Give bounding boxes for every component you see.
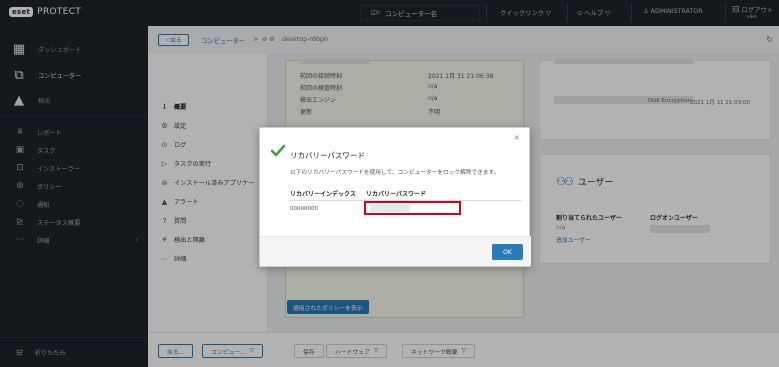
dialog-footer: OK: [260, 236, 531, 266]
success-check-icon: [271, 144, 285, 157]
recovery-password-header: リカバリーパスワード: [366, 191, 426, 198]
dialog-title: リカバリーパスワード: [290, 151, 365, 160]
ok-button[interactable]: OK: [492, 244, 523, 260]
recovery-index-value: 00000000: [290, 206, 318, 212]
close-icon[interactable]: ×: [513, 133, 520, 142]
highlight-box: [364, 201, 461, 215]
recovery-index-header: リカバリーインデックス: [290, 191, 356, 198]
recovery-password-dialog: × リカバリーパスワード 以下のリカバリーパスワードを使用して、コンピューターを…: [259, 127, 531, 267]
dialog-description: 以下のリカバリーパスワードを使用して、コンピューターをロック解除できます。: [290, 170, 500, 176]
